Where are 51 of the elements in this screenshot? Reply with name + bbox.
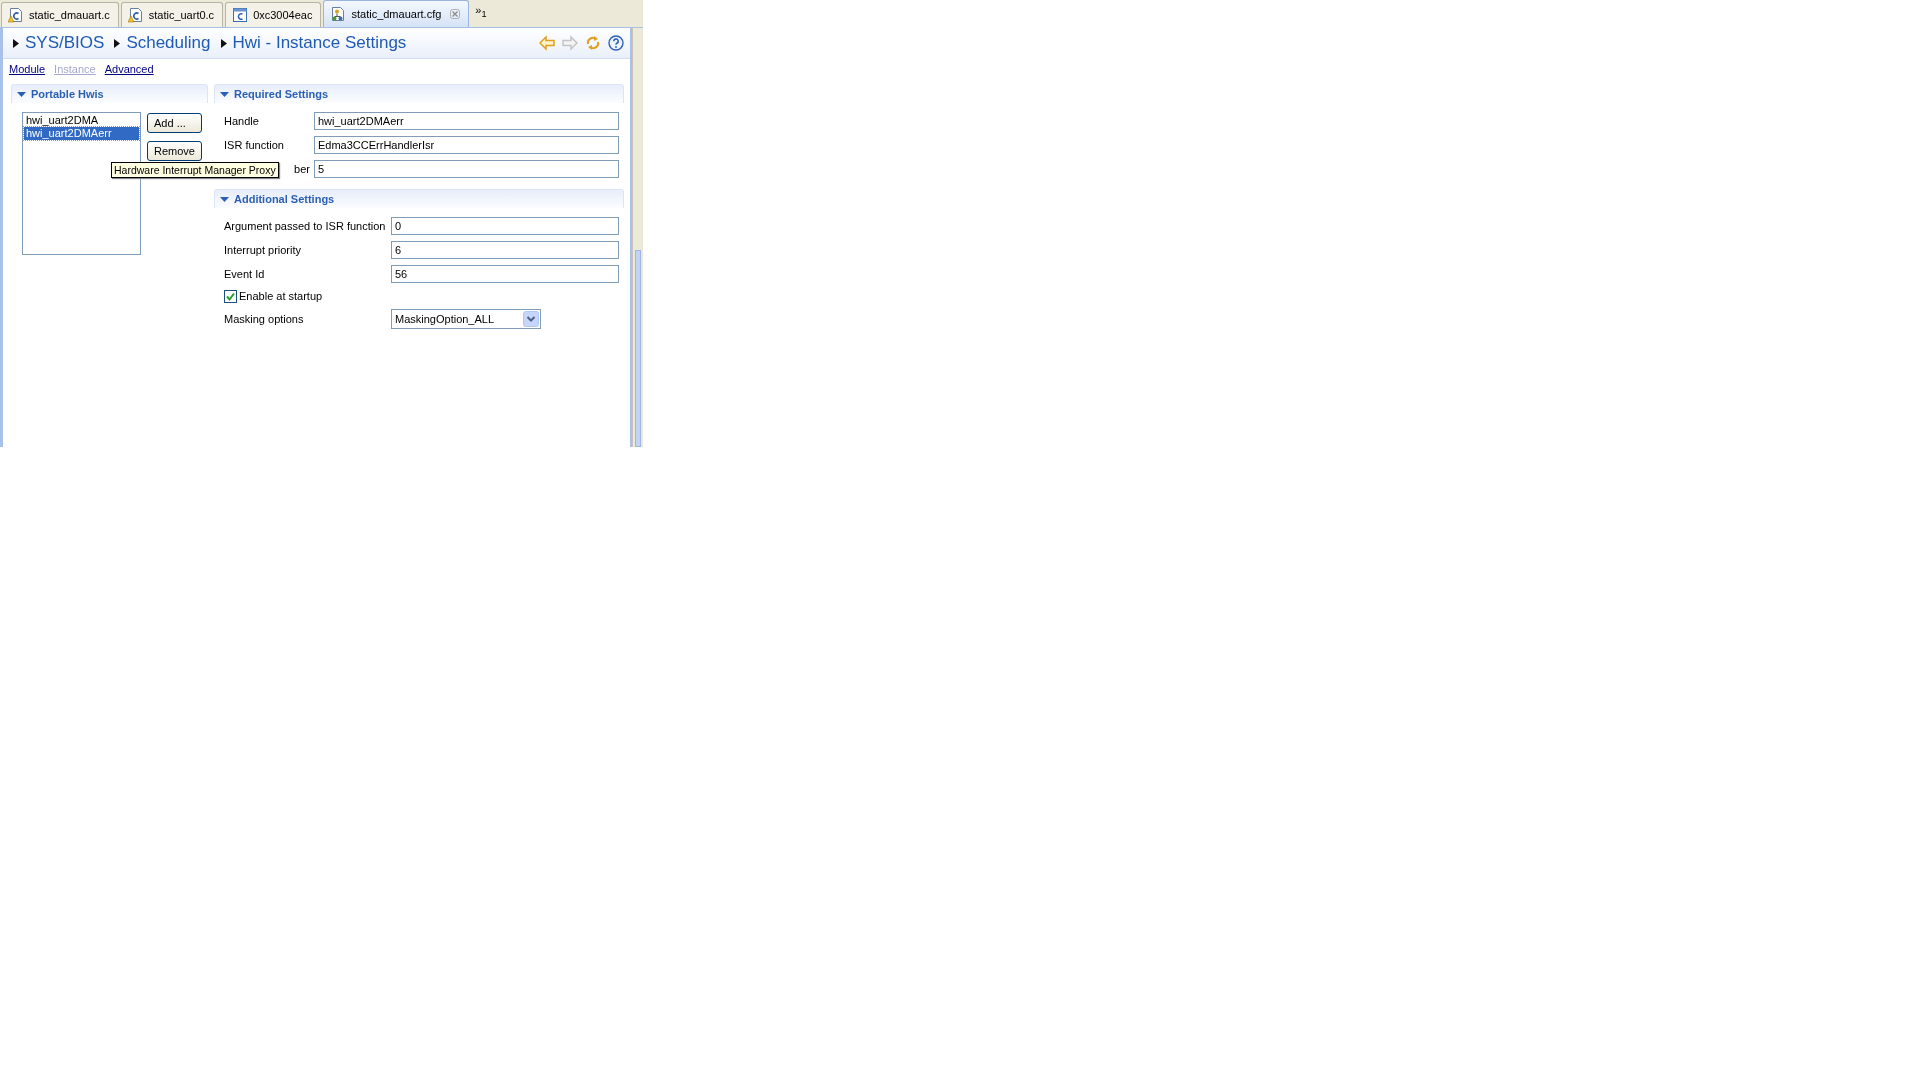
field-label: Masking options xyxy=(224,313,305,325)
page-link[interactable]: Advanced xyxy=(104,63,154,75)
checkbox-label: Enable at startup xyxy=(239,290,323,302)
checkmark-icon xyxy=(225,290,236,302)
c-file-warning-icon xyxy=(8,7,24,23)
list-button[interactable]: Add ... xyxy=(147,113,202,133)
editor-tab[interactable]: static_dmauart.c xyxy=(1,2,119,27)
dropdown[interactable]: MaskingOption_ALL xyxy=(391,309,541,329)
triangle-right-icon xyxy=(220,38,227,48)
editor-tab[interactable]: 0xc3004eac xyxy=(225,2,322,27)
help-icon[interactable] xyxy=(608,35,624,51)
list-item[interactable]: hwi_uart2DMA xyxy=(24,114,139,127)
field-label: ber xyxy=(294,163,311,175)
editor-tab[interactable]: static_uart0.c xyxy=(120,2,224,27)
scrollbar[interactable] xyxy=(632,28,643,447)
text-field[interactable]: 5 xyxy=(314,160,619,178)
field-label: Event Id xyxy=(224,268,266,280)
breadcrumb-link[interactable]: Scheduling xyxy=(126,33,211,53)
close-icon[interactable] xyxy=(450,9,461,19)
breadcrumb-link[interactable]: Hwi - Instance Settings xyxy=(232,33,407,53)
text-field[interactable]: 6 xyxy=(391,241,619,259)
section-title: Additional Settings xyxy=(234,193,335,205)
list-item[interactable]: hwi_uart2DMAerr xyxy=(24,127,139,140)
text-field[interactable]: 0 xyxy=(391,217,619,235)
page-link[interactable]: Module xyxy=(9,63,46,75)
collapse-triangle-icon[interactable] xyxy=(220,194,229,204)
list-button[interactable]: Remove xyxy=(147,141,202,161)
checkbox[interactable] xyxy=(224,289,237,303)
text-field[interactable]: hwi_uart2DMAerr xyxy=(314,112,619,130)
breadcrumb-link[interactable]: SYS/BIOS xyxy=(25,33,105,53)
section-header[interactable]: Portable Hwis xyxy=(11,84,208,103)
section-header[interactable]: Required Settings xyxy=(214,84,624,103)
section-header[interactable]: Additional Settings xyxy=(214,189,624,208)
text-field[interactable]: Edma3CCErrHandlerIsr xyxy=(314,136,619,154)
tooltip: Hardware Interrupt Manager Proxy xyxy=(111,162,279,178)
field-label: ISR function xyxy=(224,139,285,151)
triangle-right-icon xyxy=(114,38,121,48)
field-label: Interrupt priority xyxy=(224,244,303,256)
triangle-right-icon xyxy=(13,38,19,48)
section-title: Required Settings xyxy=(234,88,329,100)
c-file-warning-icon xyxy=(127,7,144,23)
c-file-icon xyxy=(232,7,249,23)
collapse-triangle-icon[interactable] xyxy=(17,89,26,99)
collapse-triangle-icon[interactable] xyxy=(220,89,229,99)
field-label: Argument passed to ISR function xyxy=(224,220,387,232)
config-file-icon xyxy=(330,6,347,22)
section-title: Portable Hwis xyxy=(31,88,104,100)
field-label: Handle xyxy=(224,115,260,127)
text-field[interactable]: 56 xyxy=(391,265,619,283)
more-tabs-button[interactable]: »$_{1}$ xyxy=(475,4,487,20)
editor-tab[interactable]: static_dmauart.cfg xyxy=(323,0,470,27)
